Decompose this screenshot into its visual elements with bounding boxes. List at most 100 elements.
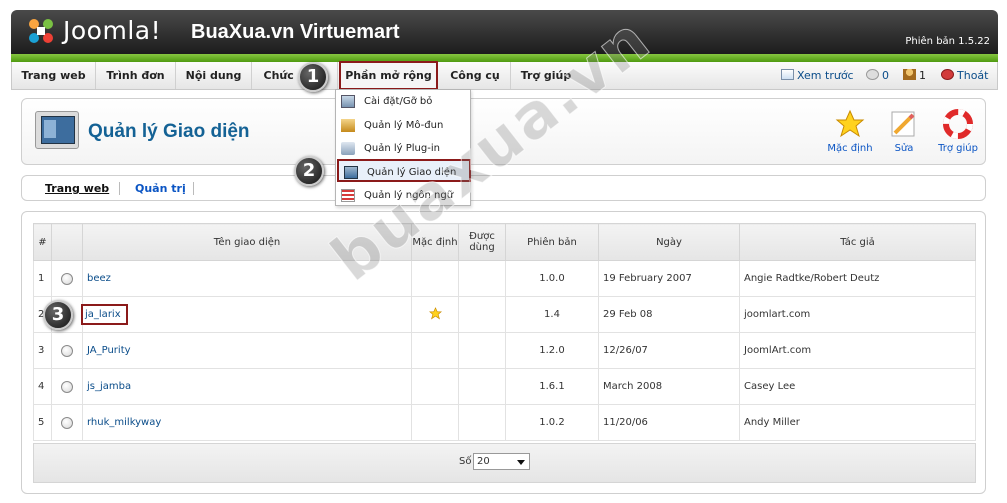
- row-radio[interactable]: [61, 344, 73, 357]
- users-count-value: 1: [919, 69, 926, 82]
- preview-link[interactable]: Xem trước: [781, 62, 854, 89]
- dropdown-item-label: Quản lý ngôn ngữ: [364, 190, 454, 201]
- template-name-link[interactable]: js_jamba: [87, 381, 131, 392]
- menu-help[interactable]: Trợ giúp: [511, 62, 581, 89]
- make-default-button[interactable]: Mặc định: [820, 109, 880, 154]
- header-template-name[interactable]: Tên giao diện: [82, 223, 412, 261]
- chevron-down-icon: [517, 460, 525, 465]
- row-radio[interactable]: [61, 416, 73, 429]
- help-button[interactable]: Trợ giúp: [928, 109, 988, 154]
- messages-icon: [866, 69, 879, 80]
- date-cell: 12/26/07: [598, 332, 740, 369]
- edit-button[interactable]: Sửa: [874, 109, 934, 154]
- assigned-cell: [458, 332, 506, 369]
- row-number: 1: [33, 260, 52, 297]
- module-icon: [341, 119, 355, 132]
- date-cell: 19 February 2007: [598, 260, 740, 297]
- logout-icon: [941, 69, 954, 80]
- version-cell: 1.2.0: [505, 332, 599, 369]
- dropdown-item-plugins[interactable]: Quản lý Plug-in: [336, 137, 470, 160]
- template-name-cell: ja_larix: [81, 296, 412, 333]
- menu-content[interactable]: Nội dung: [176, 62, 252, 89]
- menu-extensions[interactable]: Phần mở rộng: [339, 61, 438, 90]
- menu-tools[interactable]: Công cụ: [440, 62, 511, 89]
- dropdown-item-templates[interactable]: Quản lý Giao diện: [337, 159, 471, 182]
- table-row: 5 rhuk_milkyway 1.0.2 11/20/06 Andy Mill…: [33, 404, 976, 441]
- template-manager-icon: [35, 111, 79, 149]
- tab-site[interactable]: Trang web: [45, 182, 109, 195]
- logout-link[interactable]: Thoát: [941, 62, 988, 89]
- table-row: 4 js_jamba 1.6.1 March 2008 Casey Lee: [33, 368, 976, 405]
- header-number: #: [33, 223, 52, 261]
- author-cell: Casey Lee: [739, 368, 976, 405]
- row-select-cell: [51, 332, 83, 369]
- dropdown-item-label: Quản lý Plug-in: [364, 143, 440, 154]
- row-number: 5: [33, 404, 52, 441]
- site-name: BuaXua.vn Virtuemart: [191, 21, 400, 43]
- messages-count[interactable]: 0: [866, 62, 889, 89]
- language-icon: [341, 189, 355, 202]
- author-cell: joomlart.com: [739, 296, 976, 333]
- header-select: [51, 223, 83, 261]
- dropdown-item-languages[interactable]: Quản lý ngôn ngữ: [336, 184, 470, 207]
- pagination-footer: Số 20: [33, 443, 976, 483]
- display-count-select[interactable]: 20: [473, 453, 530, 470]
- template-name-link[interactable]: rhuk_milkyway: [87, 417, 161, 428]
- assigned-cell: [458, 296, 506, 333]
- version-cell: 1.4: [505, 296, 599, 333]
- step-badge-3: 3: [43, 300, 73, 330]
- template-name-link[interactable]: beez: [87, 273, 111, 284]
- date-cell: March 2008: [598, 368, 740, 405]
- online-users[interactable]: 1: [903, 62, 926, 89]
- default-cell: [411, 260, 459, 297]
- make-default-label: Mặc định: [827, 143, 873, 154]
- lifebuoy-icon: [943, 109, 973, 139]
- tab-administrator[interactable]: Quản trị: [135, 182, 186, 195]
- header-date: Ngày: [598, 223, 740, 261]
- version-cell: 1.0.0: [505, 260, 599, 297]
- dropdown-item-modules[interactable]: Quản lý Mô-đun: [336, 114, 470, 137]
- dropdown-item-label: Cài đặt/Gỡ bỏ: [364, 96, 433, 107]
- step-badge-1: 1: [298, 62, 328, 92]
- preview-icon: [781, 69, 794, 80]
- menu-site[interactable]: Trang web: [12, 62, 96, 89]
- admin-header: Joomla! BuaXua.vn Virtuemart Phiên bản 1…: [11, 10, 998, 54]
- menu-menus[interactable]: Trình đơn: [96, 62, 176, 89]
- header-version: Phiên bản: [505, 223, 599, 261]
- page-title: Quản lý Giao diện: [88, 121, 250, 142]
- version-cell: 1.6.1: [505, 368, 599, 405]
- template-name-link[interactable]: JA_Purity: [87, 345, 131, 356]
- row-radio[interactable]: [61, 272, 73, 285]
- author-cell: Andy Miller: [739, 404, 976, 441]
- row-number: 3: [33, 332, 52, 369]
- template-name-cell: beez: [82, 260, 412, 297]
- default-cell: [411, 332, 459, 369]
- template-name-link[interactable]: ja_larix: [81, 304, 128, 325]
- edit-label: Sửa: [894, 143, 914, 154]
- template-name-cell: js_jamba: [82, 368, 412, 405]
- joomla-logo-text: Joomla!: [63, 16, 162, 45]
- header-accent-strip: [11, 54, 998, 62]
- preview-label: Xem trước: [797, 69, 854, 82]
- dropdown-item-label: Quản lý Mô-đun: [364, 120, 444, 131]
- page-header-panel: Quản lý Giao diện Mặc định Sửa Trợ giúp: [21, 98, 986, 165]
- dropdown-item-install[interactable]: Cài đặt/Gỡ bỏ: [336, 90, 470, 113]
- default-cell: [411, 296, 459, 333]
- extensions-dropdown: Cài đặt/Gỡ bỏ Quản lý Mô-đun Quản lý Plu…: [335, 89, 471, 206]
- header-default: Mặc định: [411, 223, 459, 261]
- header-author: Tác giả: [739, 223, 976, 261]
- plugin-icon: [341, 142, 355, 155]
- templates-table: # Tên giao diện Mặc định Được dùng Phiên…: [33, 223, 976, 441]
- help-label: Trợ giúp: [938, 143, 978, 154]
- table-row: 2 ja_larix 1.4 29 Feb 08 joomlart.com: [33, 296, 976, 333]
- dropdown-item-label: Quản lý Giao diện: [367, 167, 457, 178]
- header-assigned: Được dùng: [458, 223, 506, 261]
- tab-separator: [119, 182, 120, 195]
- row-radio[interactable]: [61, 380, 73, 393]
- main-menubar: Trang web Trình đơn Nội dung Chức n Phần…: [11, 61, 998, 90]
- pencil-icon: [891, 111, 915, 137]
- row-select-cell: [51, 368, 83, 405]
- display-count-label: Số: [459, 456, 472, 467]
- tab-separator: [193, 182, 194, 195]
- template-name-cell: JA_Purity: [82, 332, 412, 369]
